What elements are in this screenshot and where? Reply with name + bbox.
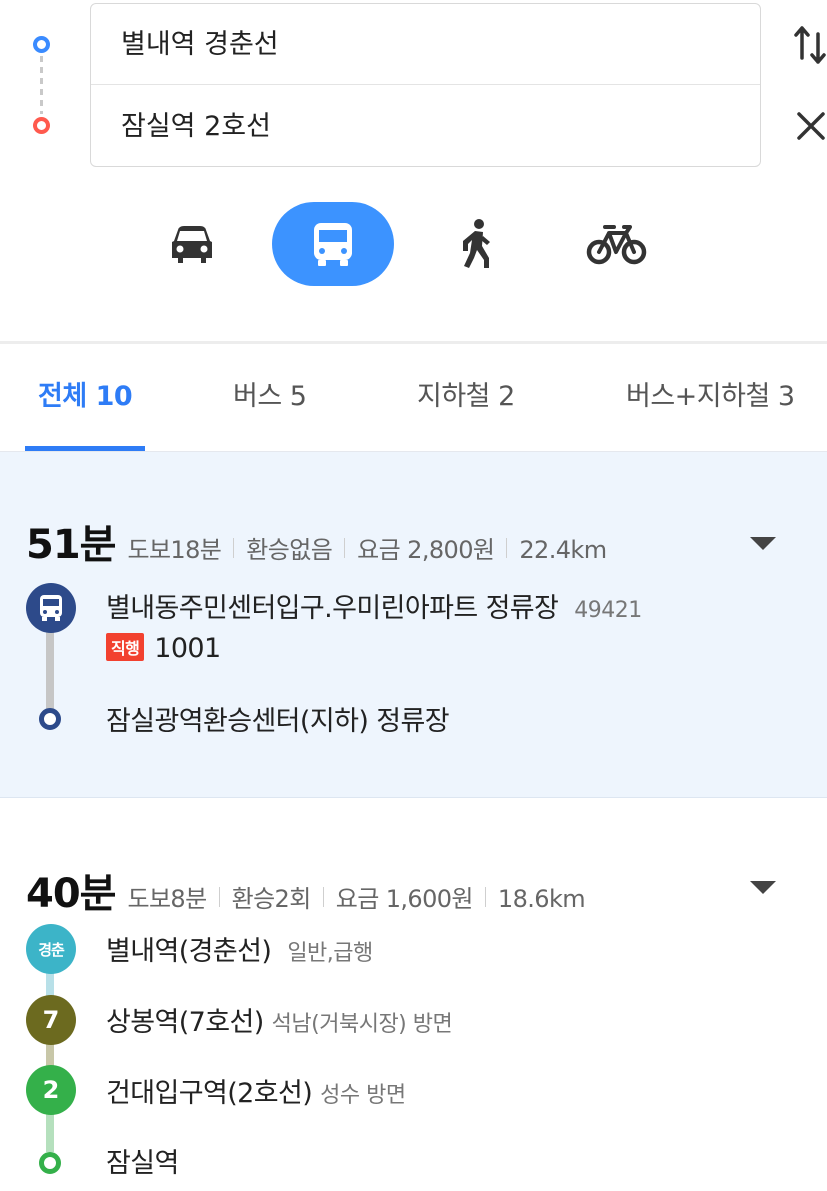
mode-car-button[interactable] bbox=[150, 202, 234, 286]
route-summary: 51분 도보18분 환승없음 요금 2,800원 22.4km bbox=[26, 512, 607, 570]
direction: 석남(거북시장) 방면 bbox=[271, 1012, 453, 1037]
transit-stop: 상봉역(7호선) 석남(거북시장) 방면 bbox=[106, 1000, 453, 1039]
walking-icon bbox=[463, 219, 490, 268]
gyeongchun-line-badge: 경춘 bbox=[26, 924, 76, 974]
train-type: 일반,급행 bbox=[287, 941, 373, 966]
tab-all[interactable]: 전체 10 bbox=[38, 374, 133, 413]
route-card[interactable]: 51분 도보18분 환승없음 요금 2,800원 22.4km 별내동주민센터입… bbox=[0, 452, 827, 798]
meta-separator bbox=[218, 887, 220, 907]
swap-icon[interactable] bbox=[793, 22, 827, 66]
arrival-dot-icon bbox=[39, 1152, 61, 1174]
destination-input[interactable]: 잠실역 2호선 bbox=[91, 86, 760, 167]
meta-separator bbox=[322, 887, 324, 907]
route-summary: 40분 도보8분 환승2회 요금 1,600원 18.6km bbox=[26, 861, 586, 919]
station-name: 상봉역(7호선) bbox=[106, 1007, 264, 1038]
mode-bike-button[interactable] bbox=[575, 202, 659, 286]
expand-caret-icon[interactable] bbox=[750, 881, 776, 894]
route-inputs: 별내역 경춘선 잠실역 2호선 bbox=[90, 3, 761, 167]
close-icon[interactable] bbox=[795, 108, 827, 144]
tab-bus-subway[interactable]: 버스+지하철 3 bbox=[626, 374, 795, 413]
bus-icon bbox=[314, 223, 352, 266]
active-tab-indicator bbox=[25, 446, 145, 451]
station-name: 건대입구역(2호선) bbox=[106, 1078, 313, 1109]
walk-time: 도보8분 bbox=[127, 885, 207, 913]
expand-caret-icon[interactable] bbox=[750, 537, 776, 550]
line2-badge: 2 bbox=[26, 1065, 76, 1115]
stop-name: 별내동주민센터입구.우미린아파트 정류장 bbox=[106, 593, 559, 624]
walk-time: 도보18분 bbox=[127, 536, 222, 564]
tab-bus[interactable]: 버스 5 bbox=[233, 374, 307, 413]
fare: 요금 2,800원 bbox=[357, 536, 495, 564]
boarding-stop: 별내동주민센터입구.우미린아파트 정류장 49421 bbox=[106, 586, 642, 625]
car-icon bbox=[172, 226, 212, 263]
origin-input[interactable]: 별내역 경춘선 bbox=[91, 4, 760, 85]
transport-mode-selector bbox=[0, 200, 827, 290]
line2-leg-line bbox=[46, 1112, 54, 1152]
route-connector-line bbox=[40, 56, 43, 114]
route-filter-tabs: 전체 10 버스 5 지하철 2 버스+지하철 3 bbox=[0, 344, 827, 452]
transfer-count: 환승2회 bbox=[231, 885, 312, 913]
fare: 요금 1,600원 bbox=[335, 885, 474, 913]
line7-badge: 7 bbox=[26, 995, 76, 1045]
stop-id: 49421 bbox=[574, 598, 642, 623]
meta-separator bbox=[484, 887, 486, 907]
station-name: 별내역(경춘선) bbox=[106, 936, 272, 967]
distance: 18.6km bbox=[497, 885, 586, 913]
alighting-stop: 잠실광역환승센터(지하) 정류장 bbox=[106, 706, 450, 737]
route-card[interactable]: 40분 도보8분 환승2회 요금 1,600원 18.6km 경춘 별내역(경춘… bbox=[0, 799, 827, 1191]
bicycle-icon bbox=[586, 225, 647, 265]
origin-pin-icon bbox=[33, 36, 50, 53]
transfer-count: 환승없음 bbox=[246, 536, 333, 564]
meta-separator bbox=[506, 538, 508, 558]
bus-stop-badge bbox=[26, 583, 76, 633]
transit-stop: 별내역(경춘선) 일반,급행 bbox=[106, 929, 373, 968]
meta-separator bbox=[233, 538, 235, 558]
express-badge: 직행 bbox=[106, 632, 145, 661]
arrival-station: 잠실역 bbox=[106, 1148, 179, 1179]
meta-separator bbox=[344, 538, 346, 558]
distance: 22.4km bbox=[519, 536, 607, 564]
destination-pin-icon bbox=[33, 117, 50, 134]
mode-bus-button[interactable] bbox=[272, 202, 394, 286]
transit-stop: 건대입구역(2호선) 성수 방면 bbox=[106, 1071, 406, 1110]
bus-icon bbox=[40, 595, 62, 621]
route-duration: 51분 bbox=[26, 522, 116, 568]
tab-subway[interactable]: 지하철 2 bbox=[417, 374, 515, 413]
alighting-dot-icon bbox=[39, 708, 61, 730]
route-search-panel: 별내역 경춘선 잠실역 2호선 bbox=[0, 0, 827, 170]
bus-line-info: 직행 1001 bbox=[106, 632, 221, 664]
route-duration: 40분 bbox=[26, 871, 116, 917]
direction: 성수 방면 bbox=[320, 1083, 406, 1108]
mode-walk-button[interactable] bbox=[436, 202, 520, 286]
bus-number: 1001 bbox=[154, 633, 221, 664]
